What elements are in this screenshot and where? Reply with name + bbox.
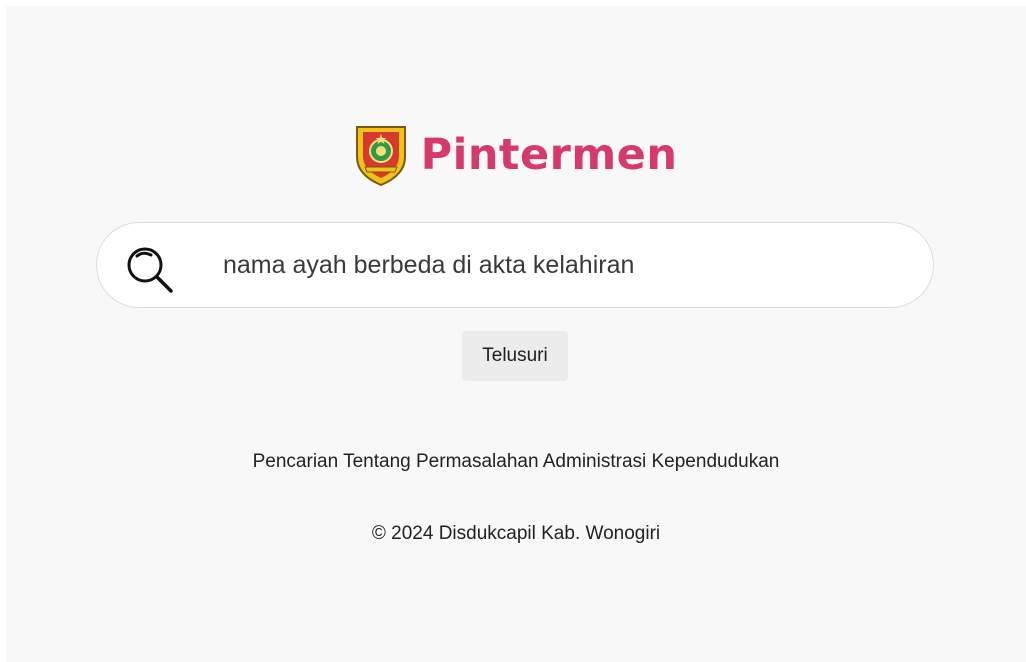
page: Pintermen Telusuri Pencarian Tentang Per…	[6, 6, 1026, 662]
search-button[interactable]: Telusuri	[462, 331, 568, 381]
brand-name: Pintermen	[420, 129, 678, 180]
logo: Pintermen	[6, 121, 1026, 189]
search-icon[interactable]	[121, 241, 177, 297]
search-bar[interactable]	[96, 222, 934, 308]
wonogiri-regency-emblem-icon	[355, 126, 406, 187]
search-input[interactable]	[223, 243, 903, 287]
tagline: Pencarian Tentang Permasalahan Administr…	[252, 451, 780, 472]
footer-copyright: © 2024 Disdukcapil Kab. Wonogiri	[371, 523, 661, 544]
